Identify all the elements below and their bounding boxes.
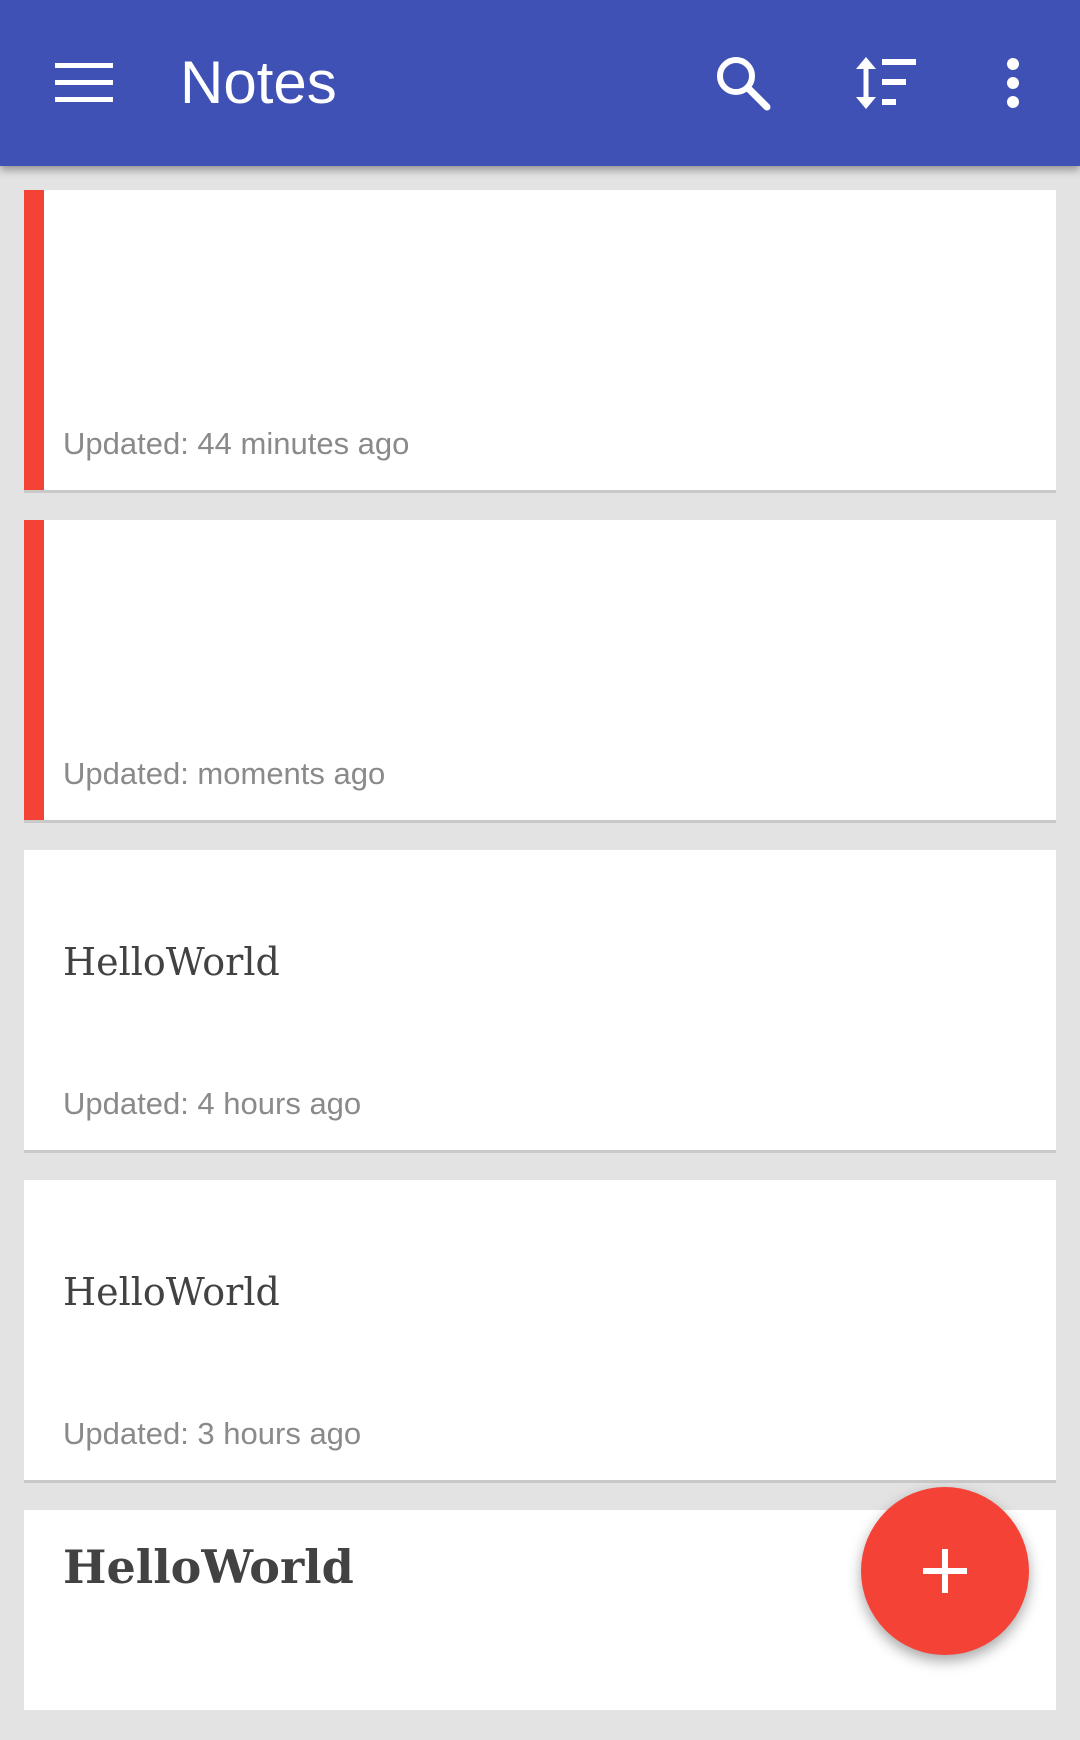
note-updated-time: Updated: 4 hours ago [63, 1086, 362, 1121]
note-card[interactable]: HelloWorld Updated: 4 hours ago [24, 850, 1056, 1150]
note-card[interactable]: Updated: moments ago [24, 520, 1056, 820]
sort-button[interactable] [846, 43, 926, 123]
menu-button[interactable] [44, 43, 124, 123]
more-options-button[interactable] [973, 43, 1053, 123]
note-title: HelloWorld [63, 1270, 280, 1314]
note-updated-time: Updated: 3 hours ago [63, 1416, 362, 1451]
note-updated-time: Updated: moments ago [63, 756, 386, 791]
note-title: HelloWorld [63, 1540, 354, 1594]
note-color-bar [24, 190, 44, 490]
app-bar: Notes [0, 0, 1080, 166]
note-card[interactable]: HelloWorld Updated: 3 hours ago [24, 1180, 1056, 1480]
search-icon [717, 57, 771, 111]
note-card[interactable]: Updated: 44 minutes ago [24, 190, 1056, 490]
sort-icon [856, 57, 916, 109]
note-updated-time: Updated: 44 minutes ago [63, 426, 410, 461]
menu-icon [55, 63, 113, 102]
page-title: Notes [180, 49, 337, 116]
note-title: HelloWorld [63, 940, 280, 984]
note-color-bar [24, 520, 44, 820]
search-button[interactable] [703, 43, 783, 123]
add-icon [923, 1549, 967, 1593]
add-note-button[interactable] [861, 1487, 1029, 1655]
more-vert-icon [1007, 58, 1019, 108]
